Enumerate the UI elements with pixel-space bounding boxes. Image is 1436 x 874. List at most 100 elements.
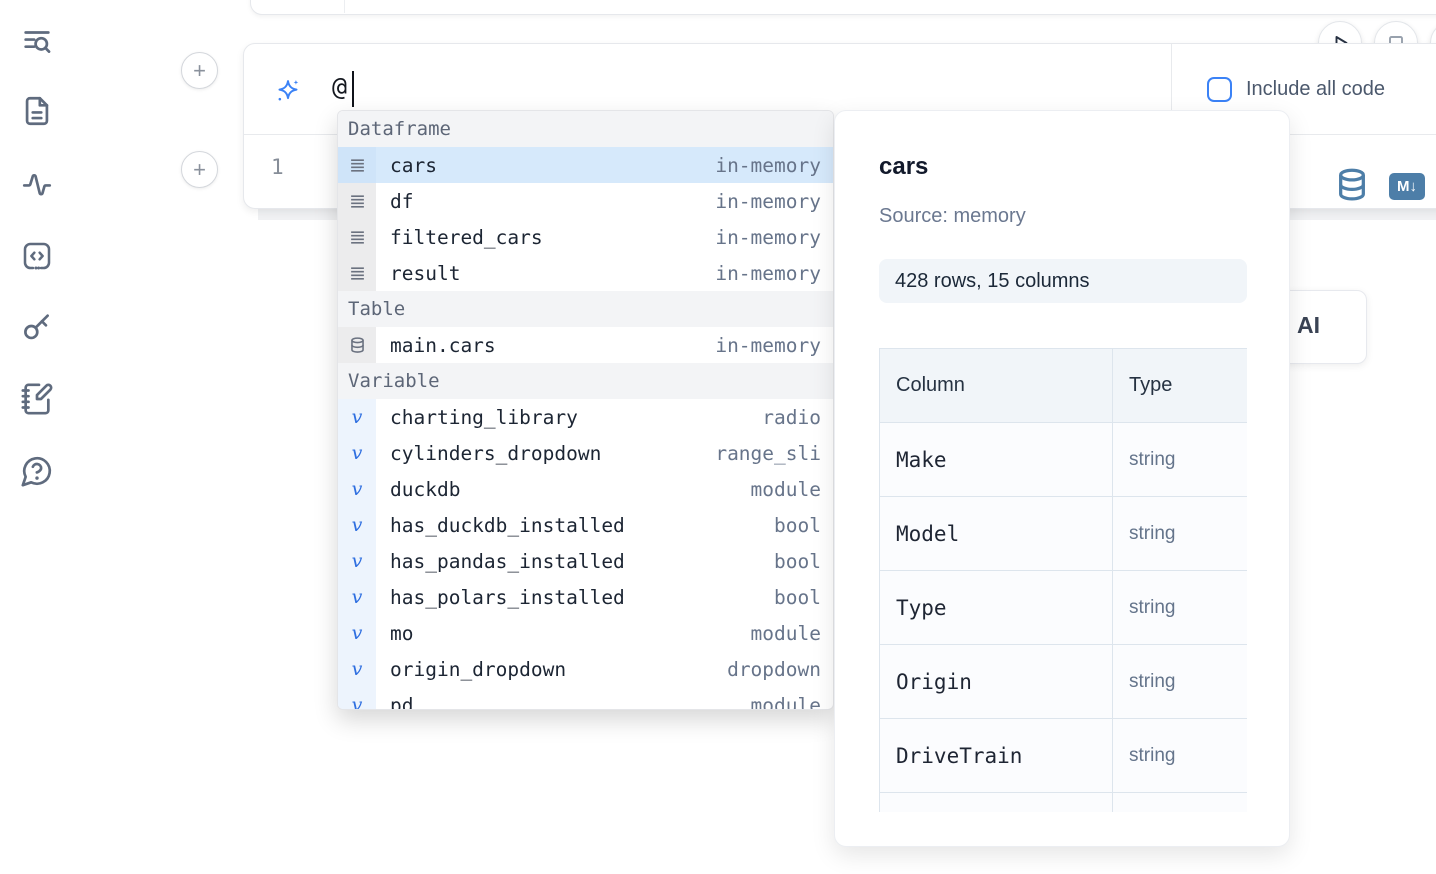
database-icon bbox=[1335, 166, 1369, 204]
schema-column-name: Type bbox=[880, 571, 1113, 645]
file-text-icon[interactable] bbox=[18, 92, 56, 130]
preview-shape-badge: 428 rows, 15 columns bbox=[879, 259, 1247, 303]
add-cell-button-top[interactable]: + bbox=[181, 52, 218, 89]
item-type: bool bbox=[774, 550, 833, 573]
add-cell-button-bottom[interactable]: + bbox=[181, 151, 218, 188]
list-search-icon[interactable] bbox=[18, 22, 56, 60]
schema-row: Modelstring bbox=[880, 497, 1248, 571]
autocomplete-section-header: Variable bbox=[338, 363, 833, 399]
autocomplete-item[interactable]: vpdmodule bbox=[338, 687, 833, 710]
item-name: has_pandas_installed bbox=[376, 550, 774, 573]
preview-schema-table-wrap: Column Type MakestringModelstringTypestr… bbox=[879, 348, 1247, 812]
code-block-icon[interactable] bbox=[18, 237, 56, 275]
schema-column-name: DriveTrain bbox=[880, 719, 1113, 793]
autocomplete-item[interactable]: main.carsin-memory bbox=[338, 327, 833, 363]
item-type: module bbox=[751, 622, 833, 645]
item-name: cars bbox=[376, 154, 715, 177]
autocomplete-item[interactable]: v has_pandas_installedbool bbox=[338, 543, 833, 579]
key-icon[interactable] bbox=[18, 308, 56, 346]
activity-icon[interactable] bbox=[18, 165, 56, 203]
item-type: bool bbox=[774, 514, 833, 537]
include-all-code-checkbox[interactable] bbox=[1207, 77, 1232, 102]
variable-icon: v bbox=[352, 406, 363, 428]
schema-column-type: string bbox=[1113, 645, 1248, 719]
variable-icon: v bbox=[352, 622, 363, 644]
item-name: has_polars_installed bbox=[376, 586, 774, 609]
notebook-edit-icon[interactable] bbox=[18, 380, 56, 418]
autocomplete-item[interactable]: dfin-memory bbox=[338, 183, 833, 219]
autocomplete-section-header: Dataframe bbox=[338, 111, 833, 147]
autocomplete-item[interactable]: vmomodule bbox=[338, 615, 833, 651]
item-type: in-memory bbox=[715, 190, 833, 213]
ai-prompt-input[interactable]: @ bbox=[332, 72, 347, 101]
schema-column-type: string bbox=[1113, 719, 1248, 793]
preview-schema-table: Column Type MakestringModelstringTypestr… bbox=[879, 348, 1247, 812]
item-name: df bbox=[376, 190, 715, 213]
schema-column-type: string bbox=[1113, 497, 1248, 571]
item-name: filtered_cars bbox=[376, 226, 715, 249]
schema-header-column: Column bbox=[880, 349, 1113, 423]
variable-icon: v bbox=[352, 694, 363, 710]
item-type: range_sli bbox=[715, 442, 833, 465]
schema-row: Makestring bbox=[880, 423, 1248, 497]
previous-cell bbox=[250, 0, 1436, 15]
item-type: module bbox=[751, 694, 833, 711]
autocomplete-item[interactable]: v has_polars_installedbool bbox=[338, 579, 833, 615]
schema-column-type bbox=[1113, 793, 1248, 813]
autocomplete-item[interactable]: carsin-memory bbox=[338, 147, 833, 183]
ai-sparkle-icon bbox=[274, 77, 302, 105]
item-name: result bbox=[376, 262, 715, 285]
schema-column-name bbox=[880, 793, 1113, 813]
app: + + AI @ bbox=[0, 0, 1436, 874]
item-name: origin_dropdown bbox=[376, 658, 727, 681]
item-name: pd bbox=[376, 694, 751, 711]
autocomplete-item[interactable]: resultin-memory bbox=[338, 255, 833, 291]
dataframe-preview-panel: cars Source: memory 428 rows, 15 columns… bbox=[834, 110, 1290, 847]
variable-icon: v bbox=[352, 550, 363, 572]
item-name: duckdb bbox=[376, 478, 751, 501]
autocomplete-item[interactable]: vhas_duckdb_installedbool bbox=[338, 507, 833, 543]
dataframe-icon bbox=[349, 193, 366, 210]
variable-icon: v bbox=[352, 658, 363, 680]
preview-source: Source: memory bbox=[879, 205, 1026, 228]
item-name: main.cars bbox=[376, 334, 715, 357]
variable-icon: v bbox=[352, 514, 363, 536]
include-all-code-label: Include all code bbox=[1246, 78, 1385, 101]
item-type: module bbox=[751, 478, 833, 501]
autocomplete-item[interactable]: filtered_carsin-memory bbox=[338, 219, 833, 255]
variable-icon: v bbox=[352, 586, 363, 608]
item-name: mo bbox=[376, 622, 751, 645]
item-name: charting_library bbox=[376, 406, 762, 429]
autocomplete-section-header: Table bbox=[338, 291, 833, 327]
autocomplete-item[interactable]: v charting_libraryradio bbox=[338, 399, 833, 435]
schema-column-type: string bbox=[1113, 571, 1248, 645]
schema-row: DriveTrainstring bbox=[880, 719, 1248, 793]
schema-column-name: Origin bbox=[880, 645, 1113, 719]
dataframe-icon bbox=[349, 157, 366, 174]
dataframe-icon bbox=[349, 265, 366, 282]
datasource-icon-button[interactable] bbox=[1334, 166, 1370, 206]
schema-row bbox=[880, 793, 1248, 813]
item-type: dropdown bbox=[727, 658, 833, 681]
autocomplete-item[interactable]: v origin_dropdowndropdown bbox=[338, 651, 833, 687]
schema-row: Typestring bbox=[880, 571, 1248, 645]
schema-column-type: string bbox=[1113, 423, 1248, 497]
database-icon bbox=[348, 336, 367, 355]
item-type: radio bbox=[762, 406, 833, 429]
item-type: in-memory bbox=[715, 226, 833, 249]
ai-button-label: AI bbox=[1297, 312, 1320, 339]
item-type: in-memory bbox=[715, 262, 833, 285]
line-number: 1 bbox=[271, 155, 284, 179]
item-type: in-memory bbox=[715, 154, 833, 177]
previous-cell-gutter-divider bbox=[344, 0, 345, 13]
schema-column-name: Model bbox=[880, 497, 1113, 571]
autocomplete-item[interactable]: vduckdbmodule bbox=[338, 471, 833, 507]
autocomplete-item[interactable]: vcylinders_dropdownrange_sli bbox=[338, 435, 833, 471]
sidebar bbox=[0, 0, 72, 874]
markdown-icon-button[interactable]: M↓ bbox=[1389, 173, 1425, 200]
help-chat-icon[interactable] bbox=[18, 452, 56, 490]
schema-column-name: Make bbox=[880, 423, 1113, 497]
item-type: bool bbox=[774, 586, 833, 609]
item-type: in-memory bbox=[715, 334, 833, 357]
item-name: cylinders_dropdown bbox=[376, 442, 715, 465]
